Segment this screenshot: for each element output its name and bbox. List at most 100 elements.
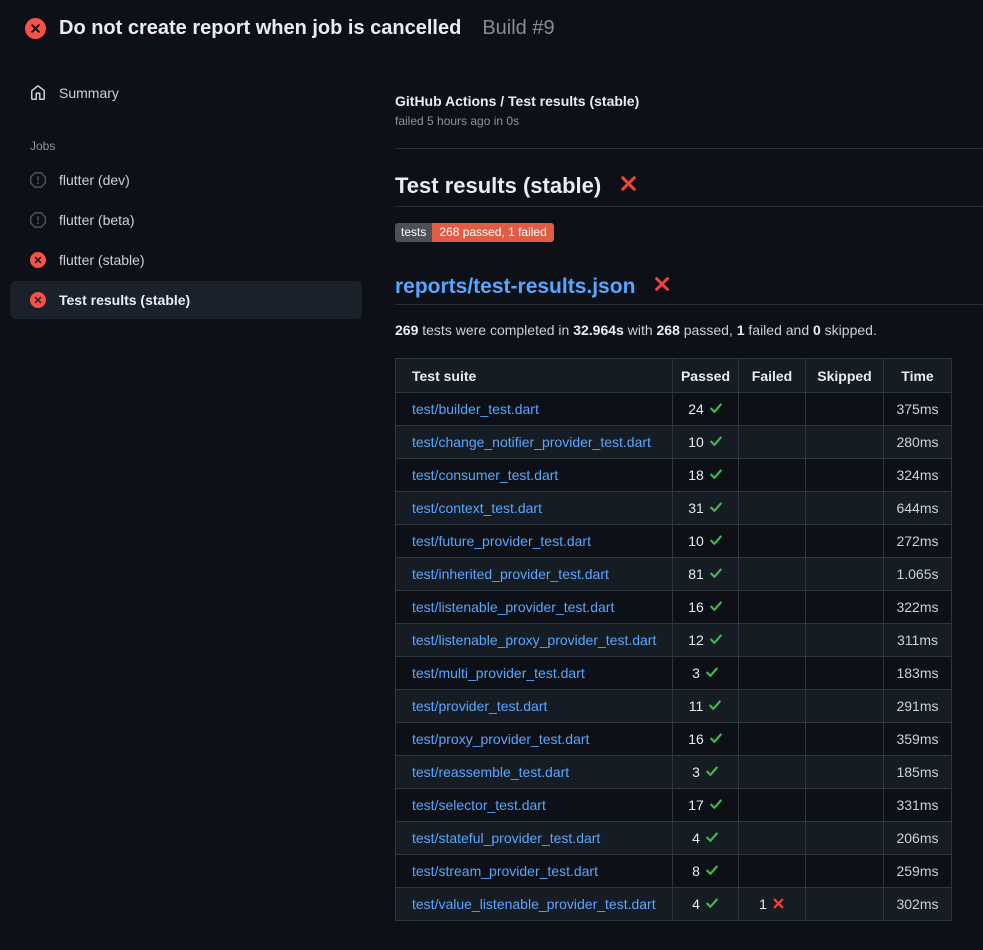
test-suite-link[interactable]: test/multi_provider_test.dart — [412, 665, 585, 681]
badge-value: 268 passed, 1 failed — [432, 223, 553, 242]
passed-count: 81 — [688, 566, 704, 582]
stop-icon — [30, 172, 46, 188]
test-suite-link[interactable]: test/builder_test.dart — [412, 401, 539, 417]
test-suite-link[interactable]: test/value_listenable_provider_test.dart — [412, 896, 656, 912]
sidebar-item-summary[interactable]: Summary — [10, 74, 362, 112]
test-suite-link[interactable]: test/selector_test.dart — [412, 797, 546, 813]
summary-text: passed, — [680, 322, 737, 338]
skipped-cell — [806, 657, 884, 690]
table-row: test/listenable_proxy_provider_test.dart… — [396, 624, 952, 657]
check-icon — [709, 599, 723, 616]
check-icon — [709, 500, 723, 517]
check-icon — [709, 533, 723, 550]
test-suite-link[interactable]: test/consumer_test.dart — [412, 467, 558, 483]
skipped-cell — [806, 690, 884, 723]
test-suite-link[interactable]: test/listenable_proxy_provider_test.dart — [412, 632, 656, 648]
col-header-time: Time — [884, 359, 952, 393]
passed-count: 12 — [688, 632, 704, 648]
test-suite-link[interactable]: test/stream_provider_test.dart — [412, 863, 598, 879]
time-cell: 375ms — [884, 393, 952, 426]
time-cell: 324ms — [884, 459, 952, 492]
sidebar-item-job[interactable]: flutter (stable) — [10, 241, 362, 279]
test-suite-link[interactable]: test/future_provider_test.dart — [412, 533, 591, 549]
skipped-cell — [806, 723, 884, 756]
failed-x-icon — [653, 275, 671, 299]
skipped-cell — [806, 789, 884, 822]
time-cell: 291ms — [884, 690, 952, 723]
check-icon — [709, 731, 723, 748]
table-row: test/consumer_test.dart 18 324ms — [396, 459, 952, 492]
test-suite-link[interactable]: test/proxy_provider_test.dart — [412, 731, 589, 747]
check-icon — [709, 566, 723, 583]
test-suite-link[interactable]: test/change_notifier_provider_test.dart — [412, 434, 651, 450]
check-icon — [709, 467, 723, 484]
passed-cell: 17 — [673, 789, 739, 822]
passed-cell: 18 — [673, 459, 739, 492]
passed-count: 16 — [688, 599, 704, 615]
sidebar-summary-label: Summary — [59, 85, 119, 101]
passed-count: 18 — [688, 467, 704, 483]
check-icon — [709, 632, 723, 649]
passed-cell: 10 — [673, 525, 739, 558]
skipped-cell — [806, 426, 884, 459]
table-row: test/stream_provider_test.dart8259ms — [396, 855, 952, 888]
test-suite-link[interactable]: test/context_test.dart — [412, 500, 542, 516]
passed-count: 11 — [689, 698, 704, 714]
passed-cell: 81 — [673, 558, 739, 591]
tests-badge: tests 268 passed, 1 failed — [395, 223, 554, 242]
time-cell: 644ms — [884, 492, 952, 525]
summary-failed: 1 — [737, 322, 745, 338]
passed-cell: 8 — [673, 855, 739, 888]
failed-cell — [739, 657, 806, 690]
skipped-cell — [806, 855, 884, 888]
sidebar-item-job[interactable]: Test results (stable) — [10, 281, 362, 319]
stop-icon — [30, 212, 46, 228]
passed-cell: 4 — [673, 888, 739, 921]
test-suite-link[interactable]: test/provider_test.dart — [412, 698, 547, 714]
col-header-passed: Passed — [673, 359, 739, 393]
passed-count: 3 — [692, 665, 700, 681]
job-label: Test results (stable) — [59, 292, 190, 308]
skipped-cell — [806, 888, 884, 921]
sidebar-item-job[interactable]: flutter (beta) — [10, 201, 362, 239]
time-cell: 322ms — [884, 591, 952, 624]
table-row: test/stateful_provider_test.dart4206ms — [396, 822, 952, 855]
passed-cell: 11 — [673, 690, 739, 723]
x-circle-icon — [30, 252, 46, 268]
jobs-section-label: Jobs — [30, 139, 372, 153]
test-suite-link[interactable]: test/reassemble_test.dart — [412, 764, 569, 780]
passed-count: 4 — [692, 896, 700, 912]
skipped-cell — [806, 459, 884, 492]
time-cell: 272ms — [884, 525, 952, 558]
table-row: test/selector_test.dart17331ms — [396, 789, 952, 822]
time-cell: 302ms — [884, 888, 952, 921]
passed-count: 17 — [688, 797, 704, 813]
report-file-link[interactable]: reports/test-results.json — [395, 275, 635, 299]
skipped-cell — [806, 558, 884, 591]
table-row: test/inherited_provider_test.dart811.065… — [396, 558, 952, 591]
table-row: test/listenable_provider_test.dart 16 322m… — [396, 591, 952, 624]
col-header-failed: Failed — [739, 359, 806, 393]
table-row: test/provider_test.dart 11 291ms — [396, 690, 952, 723]
check-icon — [708, 698, 722, 715]
table-header-row: Test suite Passed Failed Skipped Time — [396, 359, 952, 393]
check-icon — [705, 764, 719, 781]
table-row: test/change_notifier_provider_test.dart 1… — [396, 426, 952, 459]
summary-total: 269 — [395, 322, 418, 338]
passed-count: 16 — [688, 731, 704, 747]
summary-skipped: 0 — [813, 322, 821, 338]
job-label: flutter (stable) — [59, 252, 145, 268]
check-icon — [705, 665, 719, 682]
home-icon — [30, 85, 46, 101]
test-suite-link[interactable]: test/inherited_provider_test.dart — [412, 566, 609, 582]
failed-cell — [739, 591, 806, 624]
sidebar-item-job[interactable]: flutter (dev) — [10, 161, 362, 199]
test-suite-link[interactable]: test/stateful_provider_test.dart — [412, 830, 600, 846]
passed-cell: 24 — [673, 393, 739, 426]
passed-cell: 10 — [673, 426, 739, 459]
passed-cell: 31 — [673, 492, 739, 525]
test-suite-link[interactable]: test/listenable_provider_test.dart — [412, 599, 614, 615]
time-cell: 311ms — [884, 624, 952, 657]
report-heading: reports/test-results.json — [395, 275, 983, 305]
table-row: test/value_listenable_provider_test.dart… — [396, 888, 952, 921]
